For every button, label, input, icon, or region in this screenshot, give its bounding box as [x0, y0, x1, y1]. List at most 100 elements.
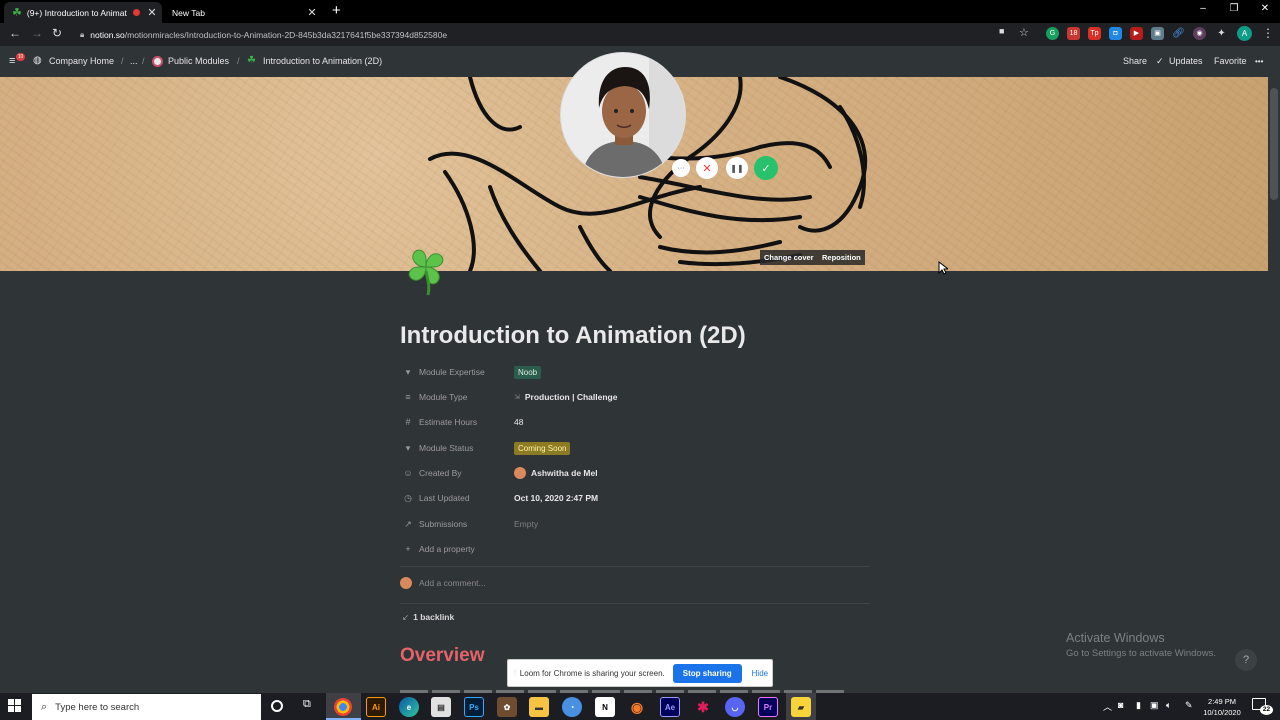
extension-icon-3[interactable]: ▶ — [1130, 27, 1143, 40]
add-property-button[interactable]: + Add a property — [402, 540, 872, 558]
cancel-recording-button[interactable]: ✕ — [696, 157, 718, 179]
submissions-value[interactable]: Empty — [514, 519, 538, 529]
add-comment-placeholder: Add a comment... — [419, 578, 486, 588]
breadcrumb-public-modules[interactable]: Public Modules — [168, 56, 229, 66]
illustrator-taskbar-icon[interactable]: Ai — [366, 697, 386, 717]
webcam-bubble[interactable] — [560, 52, 686, 178]
updates-button[interactable]: Updates — [1169, 56, 1203, 66]
camera-icon[interactable]: ■ — [999, 26, 1004, 36]
breadcrumb-separator: / — [142, 56, 145, 66]
extension-icon-2[interactable]: ◘ — [1109, 27, 1122, 40]
change-cover-button[interactable]: Change cover — [760, 250, 818, 265]
four-leaf-clover-icon[interactable] — [398, 241, 454, 297]
taskbar-search-box[interactable]: ⌕ Type here to search — [32, 694, 261, 720]
breadcrumb-ellipsis[interactable]: ... — [130, 56, 138, 66]
property-name: Submissions — [419, 519, 468, 529]
hide-button[interactable]: Hide — [752, 669, 768, 678]
tray-monitor-icon[interactable]: ▣ — [1150, 700, 1159, 711]
task-view-icon[interactable]: ⧉ — [303, 698, 311, 711]
forward-icon[interactable]: → — [31, 26, 43, 40]
checkmark-icon: ✓ — [1156, 56, 1164, 66]
extension-icon-5[interactable]: ◉ — [1193, 27, 1206, 40]
reload-icon[interactable]: ↻ — [52, 26, 62, 40]
discord-taskbar-icon[interactable]: ◡ — [725, 697, 745, 717]
clock-icon: ◷ — [404, 492, 412, 503]
microphone-icon[interactable]: ▮ — [1136, 700, 1141, 711]
notion-taskbar-icon[interactable]: N — [595, 697, 615, 717]
creator-name[interactable]: Ashwitha de Mel — [531, 468, 598, 478]
minimize-button[interactable]: – — [1188, 3, 1218, 14]
overview-heading[interactable]: Overview — [400, 645, 485, 667]
volume-icon[interactable]: 🔈︎ — [1166, 700, 1171, 711]
browser-taskbar-icon[interactable]: ◔ — [562, 697, 582, 717]
add-comment-input[interactable]: Add a comment... — [400, 577, 486, 589]
property-module-status[interactable]: ▾ Module Status Coming Soon — [402, 439, 872, 457]
module-type-link[interactable]: Production | Challenge — [525, 392, 618, 402]
reposition-button[interactable]: Reposition — [818, 250, 865, 265]
app-taskbar-icon[interactable]: ✿ — [497, 697, 517, 717]
extensions-puzzle-icon[interactable]: ✦ — [1215, 27, 1228, 40]
photoshop-taskbar-icon[interactable]: Ps — [464, 697, 484, 717]
backlinks-button[interactable]: ↙ 1 backlink — [402, 612, 454, 623]
slack-taskbar-icon[interactable]: ✱ — [693, 697, 713, 717]
breadcrumb-current-page[interactable]: Introduction to Animation (2D) — [263, 56, 382, 66]
profile-avatar[interactable]: A — [1237, 26, 1252, 41]
property-last-updated[interactable]: ◷ Last Updated Oct 10, 2020 2:47 PM — [402, 489, 872, 507]
taskbar-clock[interactable]: 2:49 PM 10/10/2020 — [1198, 696, 1246, 718]
windows-start-icon[interactable] — [8, 699, 22, 713]
extension-icon-4[interactable]: ▣ — [1151, 27, 1164, 40]
property-estimate-hours[interactable]: # Estimate Hours 48 — [402, 413, 872, 431]
property-module-type[interactable]: ≡ Module Type ⇲ Production | Challenge — [402, 388, 872, 406]
property-name: Created By — [419, 468, 462, 478]
property-module-expertise[interactable]: ▾ Module Expertise Noob — [402, 363, 872, 381]
pause-recording-button[interactable]: ❚❚ — [726, 157, 748, 179]
cortana-icon[interactable] — [271, 700, 283, 712]
store-taskbar-icon[interactable]: ▤ — [431, 697, 451, 717]
finish-recording-button[interactable]: ✓ — [754, 156, 778, 180]
file-explorer-taskbar-icon[interactable]: ▬ — [529, 697, 549, 717]
sidebar-toggle-icon[interactable]: ≡ — [9, 55, 15, 67]
blender-taskbar-icon[interactable]: ◉ — [627, 697, 647, 717]
property-submissions[interactable]: ↗ Submissions Empty — [402, 515, 872, 533]
more-options-icon[interactable]: ··· — [672, 159, 690, 177]
sticky-notes-taskbar-icon[interactable]: ▰ — [791, 697, 811, 717]
favorite-button[interactable]: Favorite — [1214, 56, 1247, 66]
close-tab-icon[interactable]: ✕ — [306, 6, 318, 19]
extension-icon[interactable]: 18 — [1067, 27, 1080, 40]
address-bar[interactable]: 🔒︎ notion.so /motionmiracles/Introductio… — [72, 25, 1044, 44]
chrome-menu-icon[interactable]: ⋮ — [1262, 26, 1274, 40]
more-options-icon[interactable]: ••• — [1255, 57, 1263, 66]
grammarly-extension-icon[interactable]: G — [1046, 27, 1059, 40]
status-tag[interactable]: Coming Soon — [514, 441, 571, 455]
tray-chevron-icon[interactable]: ︿ — [1103, 700, 1112, 713]
tray-app-icon[interactable]: ◙ — [1118, 700, 1123, 710]
breadcrumb-company-home[interactable]: Company Home — [49, 56, 114, 66]
tab-title: (9+) Introduction to Animati — [26, 7, 127, 18]
back-icon[interactable]: ← — [9, 26, 21, 40]
tp-extension-icon[interactable]: Tp — [1088, 27, 1101, 40]
restore-button[interactable]: ❐ — [1219, 3, 1249, 14]
premiere-taskbar-icon[interactable]: Pr — [758, 697, 778, 717]
pen-icon[interactable]: ✎ — [1185, 700, 1193, 711]
help-button[interactable]: ? — [1235, 649, 1257, 671]
bookmark-star-icon[interactable]: ☆ — [1019, 26, 1029, 39]
edge-taskbar-icon[interactable]: e — [399, 697, 419, 717]
page-title[interactable]: Introduction to Animation (2D) — [400, 322, 746, 350]
new-tab-button[interactable]: + — [332, 2, 341, 19]
window-close-button[interactable]: ✕ — [1250, 3, 1280, 14]
drag-handle-icon[interactable]: ⦙ — [514, 668, 516, 678]
url-host: notion.so — [90, 29, 125, 40]
page-link-icon: ⇲ — [514, 394, 520, 401]
stop-sharing-button[interactable]: Stop sharing — [672, 663, 742, 683]
after-effects-taskbar-icon[interactable]: Ae — [660, 697, 680, 717]
share-button[interactable]: Share — [1123, 56, 1147, 66]
scrollbar-thumb[interactable] — [1270, 88, 1278, 200]
link-extension-icon[interactable]: 🔗︎ — [1172, 27, 1185, 40]
chrome-taskbar-icon[interactable] — [334, 698, 352, 716]
expertise-tag[interactable]: Noob — [514, 365, 542, 379]
tab-notion[interactable]: ☘ (9+) Introduction to Animati ✕ — [4, 2, 162, 23]
property-created-by[interactable]: ☺ Created By Ashwitha de Mel — [402, 464, 872, 482]
tab-new-tab[interactable]: New Tab ✕ — [164, 2, 322, 23]
property-name: Module Status — [419, 443, 474, 453]
close-tab-icon[interactable]: ✕ — [146, 6, 158, 19]
